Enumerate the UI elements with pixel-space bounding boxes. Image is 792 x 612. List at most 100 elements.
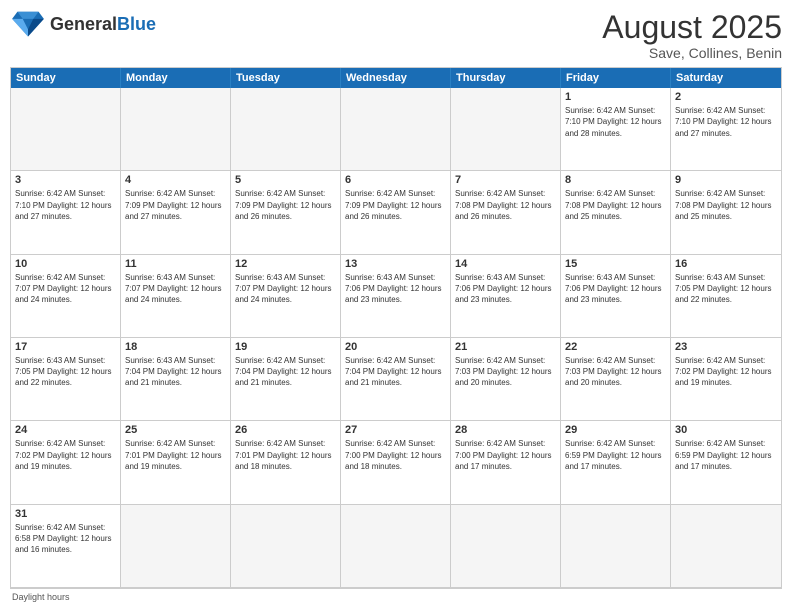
calendar-cell [671, 505, 781, 588]
cell-info: Sunrise: 6:42 AM Sunset: 6:58 PM Dayligh… [15, 522, 116, 556]
cell-date: 16 [675, 258, 777, 270]
cell-date: 24 [15, 424, 116, 436]
calendar-cell: 7Sunrise: 6:42 AM Sunset: 7:08 PM Daylig… [451, 171, 561, 254]
calendar-grid: 1 Sunrise: 6:42 AM Sunset: 7:10 PM Daylig… [11, 88, 781, 588]
calendar-cell: 30 Sunrise: 6:42 AM Sunset: 6:59 PM Dayli… [671, 421, 781, 504]
cell-date: 1 [565, 91, 666, 103]
cell-date: 3 [15, 174, 116, 186]
cell-info: Sunrise: 6:42 AM Sunset: 7:08 PM Dayligh… [675, 188, 777, 222]
cell-info: Sunrise: 6:42 AM Sunset: 7:02 PM Dayligh… [15, 438, 116, 472]
cell-date: 28 [455, 424, 556, 436]
cell-info: Sunrise: 6:42 AM Sunset: 7:02 PM Dayligh… [675, 355, 777, 389]
calendar-cell: 3 Sunrise: 6:42 AM Sunset: 7:10 PM Daylig… [11, 171, 121, 254]
cell-date: 26 [235, 424, 336, 436]
calendar-cell: 31 Sunrise: 6:42 AM Sunset: 6:58 PM Dayli… [11, 505, 121, 588]
cell-info: Sunrise: 6:42 AM Sunset: 7:10 PM Dayligh… [15, 188, 116, 222]
calendar-cell: 20Sunrise: 6:42 AM Sunset: 7:04 PM Dayli… [341, 338, 451, 421]
day-header: Monday [121, 68, 231, 88]
cell-info: Sunrise: 6:42 AM Sunset: 7:09 PM Dayligh… [345, 188, 446, 222]
calendar-cell: 26 Sunrise: 6:42 AM Sunset: 7:01 PM Dayli… [231, 421, 341, 504]
day-header: Thursday [451, 68, 561, 88]
calendar-cell: 21Sunrise: 6:42 AM Sunset: 7:03 PM Dayli… [451, 338, 561, 421]
calendar-cell: 8 Sunrise: 6:42 AM Sunset: 7:08 PM Daylig… [561, 171, 671, 254]
calendar-cell: 28Sunrise: 6:42 AM Sunset: 7:00 PM Dayli… [451, 421, 561, 504]
cell-date: 27 [345, 424, 446, 436]
calendar-cell: 12 Sunrise: 6:43 AM Sunset: 7:07 PM Dayli… [231, 255, 341, 338]
cell-info: Sunrise: 6:42 AM Sunset: 7:09 PM Dayligh… [125, 188, 226, 222]
cell-info: Sunrise: 6:42 AM Sunset: 7:10 PM Dayligh… [675, 105, 777, 139]
calendar-cell [341, 88, 451, 171]
cell-date: 2 [675, 91, 777, 103]
cell-date: 12 [235, 258, 336, 270]
calendar-cell: 19Sunrise: 6:42 AM Sunset: 7:04 PM Dayli… [231, 338, 341, 421]
cell-date: 19 [235, 341, 336, 353]
cell-info: Sunrise: 6:42 AM Sunset: 7:10 PM Dayligh… [565, 105, 666, 139]
page: GeneralBlue August 2025 Save, Collines, … [0, 0, 792, 612]
calendar-cell [231, 88, 341, 171]
day-headers: SundayMondayTuesdayWednesdayThursdayFrid… [11, 68, 781, 88]
cell-date: 7 [455, 174, 556, 186]
calendar-cell: 17 Sunrise: 6:43 AM Sunset: 7:05 PM Dayli… [11, 338, 121, 421]
cell-info: Sunrise: 6:42 AM Sunset: 7:00 PM Dayligh… [345, 438, 446, 472]
calendar-cell: 4 Sunrise: 6:42 AM Sunset: 7:09 PM Daylig… [121, 171, 231, 254]
logo-icon [10, 10, 46, 40]
cell-date: 13 [345, 258, 446, 270]
logo-text: GeneralBlue [50, 15, 156, 35]
cell-info: Sunrise: 6:42 AM Sunset: 7:03 PM Dayligh… [455, 355, 556, 389]
cell-info: Sunrise: 6:42 AM Sunset: 7:01 PM Dayligh… [235, 438, 336, 472]
cell-date: 8 [565, 174, 666, 186]
cell-date: 4 [125, 174, 226, 186]
day-header: Tuesday [231, 68, 341, 88]
calendar-cell: 1 Sunrise: 6:42 AM Sunset: 7:10 PM Daylig… [561, 88, 671, 171]
calendar-cell: 23 Sunrise: 6:42 AM Sunset: 7:02 PM Dayli… [671, 338, 781, 421]
cell-date: 23 [675, 341, 777, 353]
day-header: Saturday [671, 68, 781, 88]
cell-date: 25 [125, 424, 226, 436]
cell-info: Sunrise: 6:43 AM Sunset: 7:06 PM Dayligh… [345, 272, 446, 306]
calendar-cell [121, 88, 231, 171]
title-block: August 2025 Save, Collines, Benin [602, 10, 782, 61]
cell-date: 31 [15, 508, 116, 520]
cell-date: 9 [675, 174, 777, 186]
calendar-cell [561, 505, 671, 588]
calendar: SundayMondayTuesdayWednesdayThursdayFrid… [10, 67, 782, 589]
cell-date: 5 [235, 174, 336, 186]
calendar-cell [451, 88, 561, 171]
day-header: Friday [561, 68, 671, 88]
calendar-cell: 6Sunrise: 6:42 AM Sunset: 7:09 PM Daylig… [341, 171, 451, 254]
cell-date: 17 [15, 341, 116, 353]
cell-info: Sunrise: 6:43 AM Sunset: 7:06 PM Dayligh… [565, 272, 666, 306]
calendar-cell: 11Sunrise: 6:43 AM Sunset: 7:07 PM Dayli… [121, 255, 231, 338]
calendar-cell: 25 Sunrise: 6:42 AM Sunset: 7:01 PM Dayli… [121, 421, 231, 504]
main-title: August 2025 [602, 10, 782, 45]
cell-info: Sunrise: 6:42 AM Sunset: 7:03 PM Dayligh… [565, 355, 666, 389]
cell-info: Sunrise: 6:43 AM Sunset: 7:05 PM Dayligh… [675, 272, 777, 306]
footer-note: Daylight hours [10, 589, 782, 602]
cell-info: Sunrise: 6:43 AM Sunset: 7:05 PM Dayligh… [15, 355, 116, 389]
cell-info: Sunrise: 6:42 AM Sunset: 7:07 PM Dayligh… [15, 272, 116, 306]
cell-info: Sunrise: 6:42 AM Sunset: 7:01 PM Dayligh… [125, 438, 226, 472]
calendar-cell: 27 Sunrise: 6:42 AM Sunset: 7:00 PM Dayli… [341, 421, 451, 504]
cell-info: Sunrise: 6:42 AM Sunset: 7:08 PM Dayligh… [565, 188, 666, 222]
cell-date: 30 [675, 424, 777, 436]
cell-date: 15 [565, 258, 666, 270]
cell-date: 11 [125, 258, 226, 270]
calendar-cell: 24 Sunrise: 6:42 AM Sunset: 7:02 PM Dayli… [11, 421, 121, 504]
cell-date: 10 [15, 258, 116, 270]
calendar-cell [451, 505, 561, 588]
calendar-cell [121, 505, 231, 588]
header: GeneralBlue August 2025 Save, Collines, … [10, 10, 782, 61]
cell-info: Sunrise: 6:42 AM Sunset: 6:59 PM Dayligh… [565, 438, 666, 472]
calendar-cell: 13 Sunrise: 6:43 AM Sunset: 7:06 PM Dayli… [341, 255, 451, 338]
calendar-cell: 2 Sunrise: 6:42 AM Sunset: 7:10 PM Daylig… [671, 88, 781, 171]
cell-info: Sunrise: 6:42 AM Sunset: 6:59 PM Dayligh… [675, 438, 777, 472]
subtitle: Save, Collines, Benin [602, 45, 782, 61]
cell-info: Sunrise: 6:43 AM Sunset: 7:06 PM Dayligh… [455, 272, 556, 306]
calendar-cell: 15 Sunrise: 6:43 AM Sunset: 7:06 PM Dayli… [561, 255, 671, 338]
day-header: Sunday [11, 68, 121, 88]
cell-date: 18 [125, 341, 226, 353]
cell-info: Sunrise: 6:43 AM Sunset: 7:07 PM Dayligh… [235, 272, 336, 306]
calendar-cell [11, 88, 121, 171]
calendar-cell: 14Sunrise: 6:43 AM Sunset: 7:06 PM Dayli… [451, 255, 561, 338]
calendar-cell: 10 Sunrise: 6:42 AM Sunset: 7:07 PM Dayli… [11, 255, 121, 338]
